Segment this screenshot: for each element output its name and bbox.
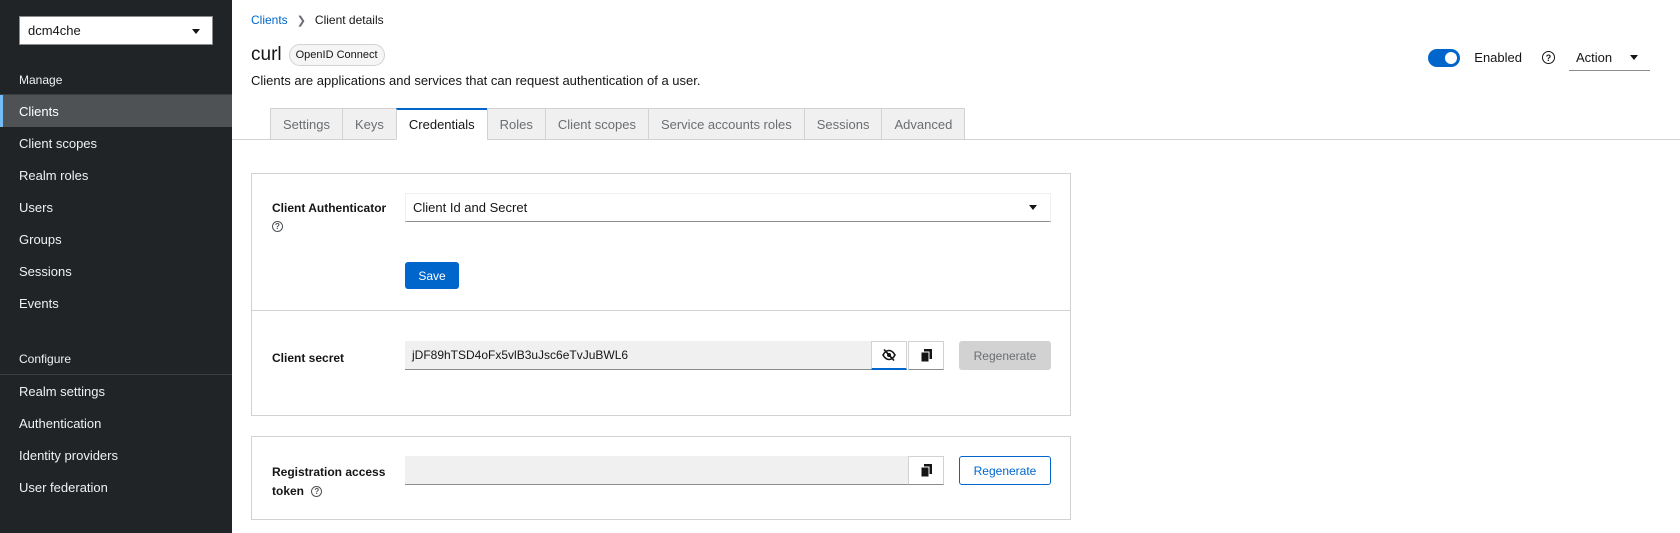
copy-icon <box>920 464 932 477</box>
breadcrumb: Clients ❯ Client details <box>251 13 384 27</box>
caret-down-icon <box>1029 205 1037 210</box>
help-icon[interactable]: ? <box>272 221 283 232</box>
save-button[interactable]: Save <box>405 262 459 289</box>
sidebar-item-clients[interactable]: Clients <box>0 95 232 127</box>
registration-token-input[interactable] <box>405 456 909 485</box>
realm-selector-value: dcm4che <box>28 23 81 38</box>
eye-slash-icon <box>882 349 896 361</box>
toggle-visibility-button[interactable] <box>871 341 907 370</box>
registration-token-card: Registration access token ? Regenerate <box>251 436 1071 520</box>
tab-keys[interactable]: Keys <box>341 108 396 140</box>
enabled-label: Enabled <box>1474 50 1522 65</box>
page-description: Clients are applications and services th… <box>251 73 701 88</box>
client-authenticator-label: Client Authenticator ? <box>272 201 386 232</box>
sidebar-item-sessions[interactable]: Sessions <box>0 255 232 287</box>
client-authenticator-value: Client Id and Secret <box>413 200 528 215</box>
sidebar-item-client-scopes[interactable]: Client scopes <box>0 127 232 159</box>
registration-token-label-line1: Registration access <box>272 465 386 479</box>
sidebar-item-users[interactable]: Users <box>0 191 232 223</box>
sidebar-item-events[interactable]: Events <box>0 287 232 319</box>
credentials-card: Client Authenticator ? Client Id and Sec… <box>251 173 1071 416</box>
regenerate-token-button[interactable]: Regenerate <box>959 456 1051 485</box>
caret-down-icon <box>192 29 200 34</box>
chevron-right-icon: ❯ <box>296 14 306 27</box>
tab-client-scopes[interactable]: Client scopes <box>544 108 648 140</box>
sidebar-item-user-federation[interactable]: User federation <box>0 471 232 503</box>
sidebar-item-realm-settings[interactable]: Realm settings <box>0 375 232 407</box>
breadcrumb-current: Client details <box>314 13 384 27</box>
help-icon[interactable]: ? <box>311 486 323 498</box>
sidebar-item-groups[interactable]: Groups <box>0 223 232 255</box>
sidebar-item-identity-providers[interactable]: Identity providers <box>0 439 232 471</box>
tab-settings[interactable]: Settings <box>270 108 342 140</box>
breadcrumb-clients-link[interactable]: Clients <box>251 13 288 27</box>
copy-secret-button[interactable] <box>908 341 944 370</box>
header-actions: Enabled ? Action <box>1428 44 1650 71</box>
action-dropdown-label: Action <box>1576 49 1613 65</box>
tab-credentials[interactable]: Credentials <box>395 108 487 140</box>
realm-selector[interactable]: dcm4che <box>19 16 213 45</box>
client-authenticator-select[interactable]: Client Id and Secret <box>405 193 1051 222</box>
client-secret-input[interactable]: jDF89hTSD4oFx5vlB3uJsc6eTvJuBWL6 <box>405 341 872 370</box>
caret-down-icon <box>1630 55 1638 60</box>
page-title: curl <box>251 44 282 65</box>
action-dropdown[interactable]: Action <box>1569 44 1650 71</box>
enabled-toggle[interactable] <box>1428 48 1461 67</box>
client-secret-value: jDF89hTSD4oFx5vlB3uJsc6eTvJuBWL6 <box>412 348 629 362</box>
registration-token-label-line2: token <box>272 484 305 498</box>
nav-section-configure: Configure <box>19 352 72 366</box>
nav-section-manage: Manage <box>19 73 63 87</box>
registration-token-label: Registration access token ? <box>272 463 385 501</box>
tabs: Settings Keys Credentials Roles Client s… <box>270 108 966 140</box>
tab-roles[interactable]: Roles <box>486 108 545 140</box>
copy-icon <box>920 349 932 362</box>
client-authenticator-label-text: Client Authenticator <box>272 201 387 215</box>
card-divider <box>252 310 1070 311</box>
tab-sessions[interactable]: Sessions <box>803 108 882 140</box>
toggle-knob <box>1445 51 1458 64</box>
sidebar-item-authentication[interactable]: Authentication <box>0 407 232 439</box>
sidebar: dcm4che Manage Clients Client scopes Rea… <box>0 0 232 533</box>
tab-advanced[interactable]: Advanced <box>881 108 966 140</box>
title-row: curl OpenID Connect <box>251 44 385 66</box>
protocol-badge: OpenID Connect <box>288 44 385 66</box>
help-icon[interactable]: ? <box>1542 51 1555 64</box>
main-content: Clients ❯ Client details curl OpenID Con… <box>232 0 1680 533</box>
sidebar-item-realm-roles[interactable]: Realm roles <box>0 159 232 191</box>
regenerate-secret-button[interactable]: Regenerate <box>959 341 1051 370</box>
client-secret-label: Client secret <box>272 351 345 365</box>
copy-token-button[interactable] <box>908 456 944 485</box>
tab-service-accounts-roles[interactable]: Service accounts roles <box>647 108 804 140</box>
